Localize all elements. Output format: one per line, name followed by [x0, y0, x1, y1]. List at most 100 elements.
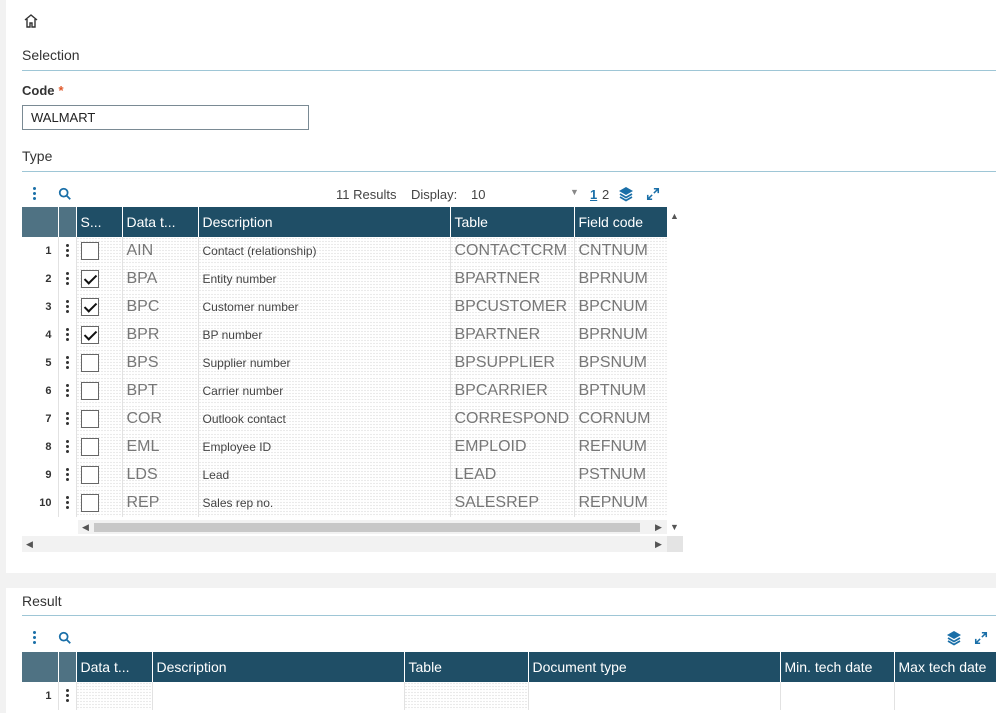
- field-code-cell[interactable]: BPCNUM: [574, 293, 667, 321]
- horizontal-scrollbar-outer[interactable]: ◀ ▶: [22, 536, 667, 552]
- description-cell[interactable]: Outlook contact: [198, 405, 451, 433]
- expand-icon[interactable]: [646, 186, 660, 202]
- row-menu-icon[interactable]: [58, 489, 77, 517]
- field-code-cell[interactable]: REFNUM: [574, 433, 667, 461]
- column-header-table[interactable]: Table: [404, 652, 529, 682]
- table-row[interactable]: 2 BPA Entity number BPARTNER BPRNUM: [22, 265, 667, 293]
- description-cell[interactable]: Lead: [198, 461, 451, 489]
- search-icon[interactable]: [58, 186, 72, 202]
- data-type-cell[interactable]: AIN: [122, 237, 199, 265]
- field-code-cell[interactable]: CORNUM: [574, 405, 667, 433]
- column-header-description[interactable]: Description: [152, 652, 405, 682]
- select-checkbox[interactable]: [80, 241, 99, 260]
- select-checkbox[interactable]: [80, 269, 99, 288]
- table-row[interactable]: 6 BPT Carrier number BPCARRIER BPTNUM: [22, 377, 667, 405]
- select-cell[interactable]: [76, 321, 123, 349]
- search-icon[interactable]: [58, 630, 72, 646]
- select-cell[interactable]: [76, 349, 123, 377]
- select-cell[interactable]: [76, 489, 123, 517]
- page-1-link[interactable]: 1: [590, 187, 597, 202]
- document-type-cell[interactable]: [528, 682, 781, 710]
- row-menu-icon[interactable]: [58, 293, 77, 321]
- table-row[interactable]: 9 LDS Lead LEAD PSTNUM: [22, 461, 667, 489]
- max-tech-date-cell[interactable]: [894, 682, 996, 710]
- data-type-cell[interactable]: REP: [122, 489, 199, 517]
- table-cell[interactable]: BPARTNER: [450, 321, 575, 349]
- data-type-cell[interactable]: EML: [122, 433, 199, 461]
- row-menu-icon[interactable]: [58, 405, 77, 433]
- table-cell[interactable]: BPCARRIER: [450, 377, 575, 405]
- select-checkbox[interactable]: [80, 493, 99, 512]
- layers-icon[interactable]: [946, 630, 962, 646]
- data-type-cell[interactable]: COR: [122, 405, 199, 433]
- column-header-max-tech-date[interactable]: Max tech date: [894, 652, 996, 682]
- row-menu-icon[interactable]: [58, 321, 77, 349]
- field-code-cell[interactable]: BPRNUM: [574, 265, 667, 293]
- select-cell[interactable]: [76, 265, 123, 293]
- select-checkbox[interactable]: [80, 409, 99, 428]
- table-row[interactable]: 8 EML Employee ID EMPLOID REFNUM: [22, 433, 667, 461]
- field-code-cell[interactable]: BPTNUM: [574, 377, 667, 405]
- select-checkbox[interactable]: [80, 297, 99, 316]
- table-row[interactable]: 10 REP Sales rep no. SALESREP REPNUM: [22, 489, 667, 517]
- table-cell[interactable]: SALESREP: [450, 489, 575, 517]
- display-select[interactable]: 10 ▼: [471, 187, 581, 202]
- table-cell[interactable]: CORRESPOND: [450, 405, 575, 433]
- row-menu-icon[interactable]: [58, 265, 77, 293]
- select-cell[interactable]: [76, 377, 123, 405]
- table-cell[interactable]: CONTACTCRM: [450, 237, 575, 265]
- column-header-description[interactable]: Description: [198, 207, 451, 237]
- data-type-cell[interactable]: BPT: [122, 377, 199, 405]
- description-cell[interactable]: Customer number: [198, 293, 451, 321]
- code-input[interactable]: [22, 105, 309, 130]
- select-checkbox[interactable]: [80, 325, 99, 344]
- table-cell[interactable]: LEAD: [450, 461, 575, 489]
- expand-icon[interactable]: [974, 630, 988, 646]
- column-header-table[interactable]: Table: [450, 207, 575, 237]
- table-row[interactable]: 5 BPS Supplier number BPSUPPLIER BPSNUM: [22, 349, 667, 377]
- description-cell[interactable]: [152, 682, 405, 710]
- select-cell[interactable]: [76, 433, 123, 461]
- select-cell[interactable]: [76, 461, 123, 489]
- scroll-right-icon[interactable]: ▶: [655, 522, 662, 532]
- row-menu-icon[interactable]: [58, 461, 77, 489]
- row-menu-icon[interactable]: [58, 349, 77, 377]
- column-header-field-code[interactable]: Field code: [574, 207, 667, 237]
- column-header-min-tech-date[interactable]: Min. tech date: [780, 652, 895, 682]
- table-cell[interactable]: BPARTNER: [450, 265, 575, 293]
- description-cell[interactable]: Supplier number: [198, 349, 451, 377]
- select-checkbox[interactable]: [80, 465, 99, 484]
- column-header-document-type[interactable]: Document type: [528, 652, 781, 682]
- select-checkbox[interactable]: [80, 353, 99, 372]
- select-checkbox[interactable]: [80, 437, 99, 456]
- field-code-cell[interactable]: BPRNUM: [574, 321, 667, 349]
- scroll-right-icon[interactable]: ▶: [655, 539, 662, 549]
- row-menu-icon[interactable]: [58, 237, 77, 265]
- description-cell[interactable]: BP number: [198, 321, 451, 349]
- column-header-data-type[interactable]: Data t...: [122, 207, 199, 237]
- scroll-left-icon[interactable]: ◀: [26, 539, 33, 549]
- data-type-cell[interactable]: BPR: [122, 321, 199, 349]
- table-row[interactable]: 7 COR Outlook contact CORRESPOND CORNUM: [22, 405, 667, 433]
- data-type-cell[interactable]: BPC: [122, 293, 199, 321]
- description-cell[interactable]: Carrier number: [198, 377, 451, 405]
- table-cell[interactable]: EMPLOID: [450, 433, 575, 461]
- description-cell[interactable]: Employee ID: [198, 433, 451, 461]
- grid-menu-icon[interactable]: [32, 187, 36, 201]
- description-cell[interactable]: Contact (relationship): [198, 237, 451, 265]
- select-cell[interactable]: [76, 237, 123, 265]
- page-2-link[interactable]: 2: [602, 187, 609, 202]
- select-cell[interactable]: [76, 293, 123, 321]
- table-row[interactable]: 4 BPR BP number BPARTNER BPRNUM: [22, 321, 667, 349]
- horizontal-scrollbar[interactable]: ◀ ▶: [78, 520, 667, 534]
- row-menu-icon[interactable]: [58, 377, 77, 405]
- scrollbar-thumb[interactable]: [94, 523, 640, 532]
- scroll-up-icon[interactable]: ▲: [670, 211, 679, 221]
- scroll-left-icon[interactable]: ◀: [82, 522, 89, 532]
- column-header-data-type[interactable]: Data t...: [76, 652, 153, 682]
- table-cell[interactable]: [404, 682, 529, 710]
- data-type-cell[interactable]: BPS: [122, 349, 199, 377]
- field-code-cell[interactable]: BPSNUM: [574, 349, 667, 377]
- layers-icon[interactable]: [618, 186, 634, 202]
- table-row[interactable]: 1 AIN Contact (relationship) CONTACTCRM CNTN…: [22, 237, 667, 265]
